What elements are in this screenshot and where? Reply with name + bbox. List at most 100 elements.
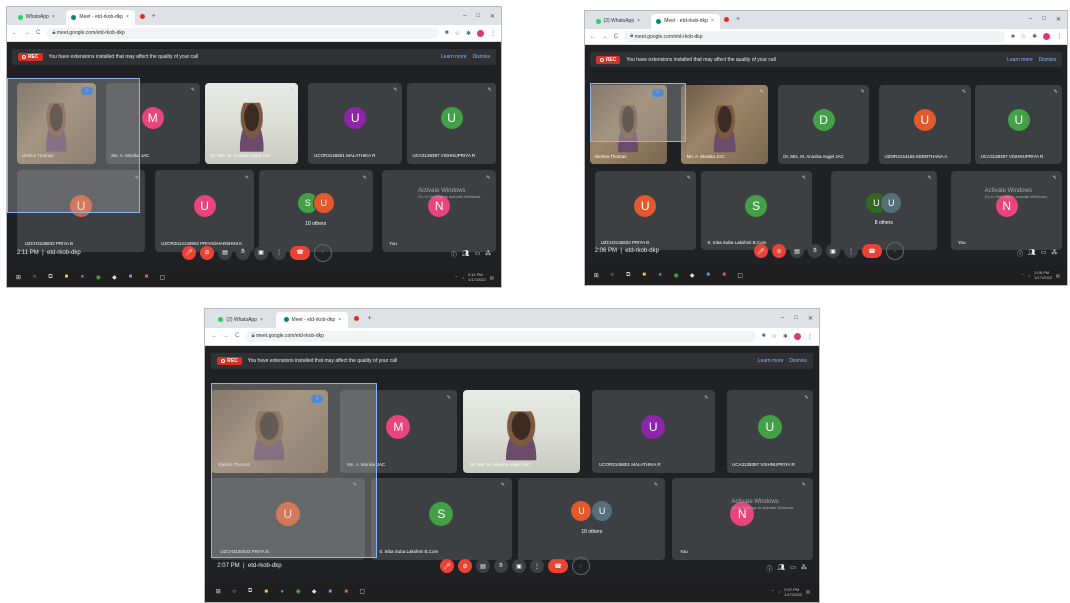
- mic-off-icon[interactable]: 🎤︎: [182, 245, 196, 260]
- mic-off-icon[interactable]: 🎤︎: [440, 559, 454, 574]
- camera-icon[interactable]: ■: [762, 333, 766, 339]
- activities-ring-icon[interactable]: ✓: [886, 242, 904, 261]
- close-icon[interactable]: ×: [711, 18, 714, 24]
- activities-ring-icon[interactable]: ✓: [572, 557, 590, 576]
- notifications-icon[interactable]: ▤: [490, 275, 494, 280]
- notes-icon[interactable]: ▢: [158, 274, 166, 281]
- task-view-icon[interactable]: ⧉: [246, 588, 254, 595]
- minimize-button[interactable]: –: [463, 13, 466, 20]
- raise-hand-icon[interactable]: ✋︎: [808, 244, 822, 259]
- captions-icon[interactable]: ▤: [476, 559, 490, 574]
- participant-tile[interactable]: ✎ Ms. A. Monika JAC: [681, 84, 769, 165]
- participant-tile[interactable]: ✎ U UCA3139397 VISHNUPRIYA R: [726, 390, 813, 473]
- captions-icon[interactable]: ▤: [218, 245, 232, 260]
- maximize-button[interactable]: □: [476, 13, 480, 20]
- dismiss-button[interactable]: Dismiss: [1039, 57, 1057, 63]
- participant-tile[interactable]: ✎ D Dr. Mrs. M. Anusha Angel JAC: [777, 84, 870, 165]
- back-icon[interactable]: ←: [211, 333, 217, 339]
- profile-avatar[interactable]: [793, 332, 801, 340]
- reload-icon[interactable]: C: [614, 34, 618, 40]
- info-icon[interactable]: ⓘ: [451, 250, 457, 259]
- tray-clock[interactable]: 2:11 PM 1/17/2022: [468, 272, 486, 282]
- minimize-button[interactable]: –: [781, 315, 784, 322]
- captions-icon[interactable]: ▤: [790, 244, 804, 259]
- close-window-button[interactable]: ✕: [1056, 16, 1061, 23]
- url-field[interactable]: 🔒︎ meet.google.com/etd-rkob-dkp: [245, 330, 756, 343]
- file-explorer-icon[interactable]: ■: [262, 588, 270, 595]
- menu-icon[interactable]: ⋮: [1056, 33, 1062, 40]
- chrome-icon[interactable]: ◉: [94, 274, 102, 281]
- raise-hand-icon[interactable]: ✋︎: [494, 559, 508, 574]
- app-icon[interactable]: ◆: [688, 272, 696, 279]
- participant-tile[interactable]: ✎ U UCOR3146801 MALATHIKA R: [308, 82, 403, 164]
- camera-off-icon[interactable]: ⊘: [772, 244, 786, 259]
- close-icon[interactable]: ×: [338, 317, 341, 323]
- notifications-icon[interactable]: ▤: [1056, 273, 1060, 278]
- task-view-icon[interactable]: ⧉: [46, 274, 54, 281]
- dismiss-button[interactable]: Dismiss: [789, 358, 807, 364]
- notifications-icon[interactable]: ▤: [806, 589, 810, 594]
- network-icon[interactable]: ⌃: [455, 275, 458, 280]
- mic-off-icon[interactable]: 🎤︎: [754, 244, 768, 259]
- network-icon[interactable]: ⌃: [1021, 273, 1024, 278]
- self-view-overlay[interactable]: [211, 383, 377, 558]
- dismiss-button[interactable]: Dismiss: [473, 54, 491, 60]
- back-icon[interactable]: ←: [590, 34, 596, 40]
- volume-icon[interactable]: ♪: [778, 589, 780, 594]
- learn-more-link[interactable]: Learn more: [441, 54, 467, 60]
- participant-tile[interactable]: ✎ Dr. Mrs. M. Anusha Angel JAC: [204, 82, 299, 164]
- notes-icon[interactable]: ▢: [736, 272, 744, 279]
- forward-icon[interactable]: →: [223, 333, 229, 339]
- present-icon[interactable]: ▣: [826, 244, 840, 259]
- file-explorer-icon[interactable]: ■: [62, 274, 70, 281]
- windows-start-icon[interactable]: ⊞: [14, 274, 22, 281]
- rec-badge[interactable]: REC: [595, 55, 621, 64]
- participant-tile[interactable]: ✎ U UCOR3146801 MALATHIKA R: [591, 390, 715, 473]
- reload-icon[interactable]: C: [36, 30, 40, 36]
- more-options-icon[interactable]: ⋮: [272, 245, 286, 260]
- camera-icon[interactable]: ■: [1011, 34, 1015, 40]
- search-icon[interactable]: ○: [230, 588, 238, 595]
- rec-badge[interactable]: REC: [17, 52, 43, 61]
- profile-avatar[interactable]: [1043, 33, 1051, 41]
- tray-clock[interactable]: 2:07 PM 1/17/2022: [784, 587, 802, 597]
- volume-icon[interactable]: ♪: [1028, 273, 1030, 278]
- windows-start-icon[interactable]: ⊞: [214, 588, 222, 595]
- profile-avatar[interactable]: [477, 29, 485, 37]
- menu-icon[interactable]: ⋮: [490, 30, 496, 37]
- tab-meet[interactable]: Meet - etd-rkob-dkp ×: [65, 9, 135, 26]
- maximize-button[interactable]: □: [1042, 16, 1046, 23]
- participant-tile[interactable]: ✎ U UZOR3144165 KEERTHANA A: [879, 84, 971, 165]
- raise-hand-icon[interactable]: ✋︎: [236, 245, 250, 260]
- star-icon[interactable]: ☆: [1021, 33, 1026, 40]
- star-icon[interactable]: ☆: [771, 333, 776, 340]
- close-icon[interactable]: ×: [637, 18, 640, 24]
- reload-icon[interactable]: C: [235, 333, 239, 339]
- people-icon[interactable]: 👥︎: [777, 564, 785, 573]
- paint-icon[interactable]: ■: [720, 272, 728, 279]
- file-explorer-icon[interactable]: ■: [640, 272, 648, 279]
- participant-tile[interactable]: ✎ S S. Inba Suba Lakshmi B.Com: [370, 477, 512, 561]
- tab-meet[interactable]: Meet - etd-rkob-dkp ×: [650, 13, 720, 29]
- end-call-icon[interactable]: ☎︎: [862, 244, 882, 259]
- tray-clock[interactable]: 2:06 PM 1/17/2022: [1034, 270, 1052, 280]
- url-field[interactable]: 🔒︎ meet.google.com/etd-rkob-dkp: [624, 31, 1006, 42]
- tab-whatsapp[interactable]: (2) WhatsApp ×: [590, 14, 646, 29]
- tab-whatsapp[interactable]: WhatsApp ×: [12, 10, 61, 25]
- search-icon[interactable]: ○: [608, 272, 616, 279]
- app-icon[interactable]: ◆: [310, 588, 318, 595]
- close-icon[interactable]: ×: [126, 14, 129, 20]
- extensions-icon[interactable]: ✱: [783, 333, 788, 340]
- paint-icon[interactable]: ■: [342, 588, 350, 595]
- close-icon[interactable]: ×: [52, 14, 55, 20]
- people-icon[interactable]: 👥︎: [1028, 249, 1036, 258]
- forward-icon[interactable]: →: [602, 34, 608, 40]
- minimize-button[interactable]: –: [1029, 16, 1032, 23]
- edge-icon[interactable]: ●: [78, 274, 86, 281]
- windows-start-icon[interactable]: ⊞: [592, 272, 600, 279]
- activities-icon[interactable]: ⁂: [485, 250, 491, 259]
- forward-icon[interactable]: →: [24, 30, 30, 36]
- end-call-icon[interactable]: ☎︎: [548, 559, 568, 574]
- chrome-icon[interactable]: ◉: [672, 272, 680, 279]
- paint-icon[interactable]: ■: [142, 274, 150, 281]
